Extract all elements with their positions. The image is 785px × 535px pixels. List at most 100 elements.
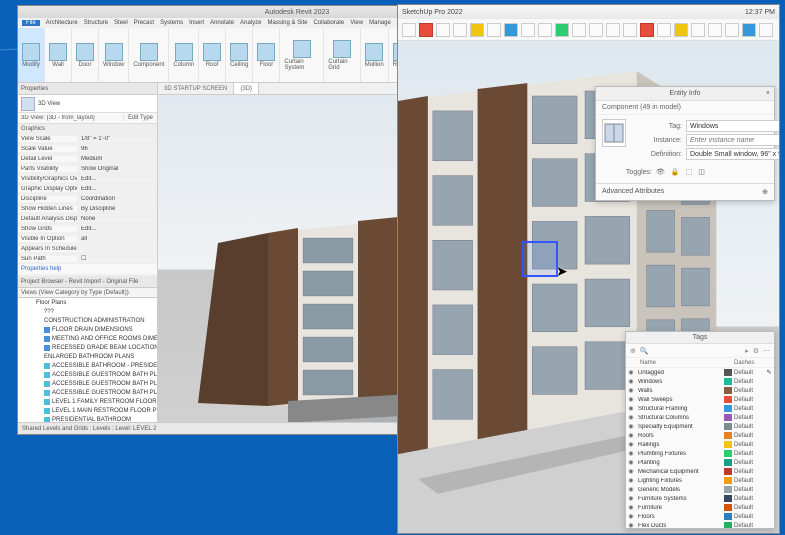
instance-input[interactable] — [686, 134, 779, 146]
definition-value[interactable]: Double Small window, 96" x 96", 289F22 — [686, 148, 779, 160]
ribbon-column[interactable]: Column — [169, 28, 199, 82]
tree-item[interactable]: ACCESSIBLE GUESTROOM BATH PLAN ... — [18, 379, 157, 388]
ribbon-door[interactable]: Door — [72, 28, 99, 82]
tree-item[interactable]: MEETING AND OFFICE ROOMS DIMEN... — [18, 334, 157, 343]
tag-item[interactable]: ◉UntaggedDefault✎ — [626, 368, 774, 377]
menu-insert[interactable]: Insert — [189, 20, 204, 26]
ribbon-curtain-system[interactable]: Curtain System — [280, 28, 324, 82]
graphics-section[interactable]: Graphics — [18, 124, 157, 134]
sketchup-tool-21[interactable] — [759, 23, 773, 37]
tag-item[interactable]: ◉Furniture SystemsDefault — [626, 494, 774, 503]
menu-collaborate[interactable]: Collaborate — [314, 20, 345, 26]
expand-icon[interactable]: ⊕ — [762, 188, 768, 196]
tag-item[interactable]: ◉PlantingDefault — [626, 458, 774, 467]
menu-analyze[interactable]: Analyze — [240, 20, 261, 26]
property-row[interactable]: Visibility/Graphics Overr...Edit... — [18, 174, 157, 184]
color-swatch[interactable] — [724, 468, 732, 475]
sketchup-tool-18[interactable] — [708, 23, 722, 37]
shadows-receive-icon[interactable]: ◫ — [698, 168, 705, 176]
property-row[interactable]: Detail LevelMedium — [18, 154, 157, 164]
visibility-icon[interactable]: ◉ — [626, 450, 636, 457]
tags-col-name[interactable]: Name — [638, 360, 734, 366]
tag-item[interactable]: ◉Lighting FixturesDefault — [626, 476, 774, 485]
project-browser-header[interactable]: Project Browser - Revit Import - Origina… — [18, 276, 157, 288]
shadows-cast-icon[interactable]: ⬚ — [686, 168, 693, 176]
selected-window-highlight[interactable] — [522, 241, 558, 277]
tag-item[interactable]: ◉Structural FramingDefault — [626, 404, 774, 413]
ribbon-component[interactable]: Component — [129, 28, 169, 82]
color-swatch[interactable] — [724, 495, 732, 502]
tag-dropdown[interactable]: Windows▾ — [686, 120, 779, 132]
visibility-icon[interactable]: ◉ — [626, 396, 636, 403]
visibility-icon[interactable]: ◉ — [626, 423, 636, 430]
sketchup-tool-5[interactable] — [487, 23, 501, 37]
tree-item[interactable]: ??? — [18, 307, 157, 316]
property-row[interactable]: Show GridsEdit... — [18, 224, 157, 234]
property-row[interactable]: Sun Path☐ — [18, 254, 157, 264]
viewport-tab[interactable]: 3D STARTUP SCREEN — [158, 83, 234, 94]
tag-item[interactable]: ◉Mechanical EquipmentDefault — [626, 467, 774, 476]
tree-item[interactable]: ACCESSIBLE BATHROOM - PRESIDENTI... — [18, 361, 157, 370]
visibility-icon[interactable]: ◉ — [626, 432, 636, 439]
tags-more-icon[interactable]: ⋯ — [763, 347, 770, 355]
sketchup-tool-15[interactable] — [657, 23, 671, 37]
visibility-icon[interactable]: ◉ — [626, 522, 636, 528]
tags-settings-icon[interactable]: ⚙ — [753, 347, 759, 355]
entity-info-panel[interactable]: Entity Info × Component (49 in model) Ta… — [595, 86, 775, 201]
color-swatch[interactable] — [724, 432, 732, 439]
color-swatch[interactable] — [724, 513, 732, 520]
color-swatch[interactable] — [724, 423, 732, 430]
sketchup-tool-19[interactable] — [725, 23, 739, 37]
menu-systems[interactable]: Systems — [160, 20, 183, 26]
tag-item[interactable]: ◉Wall SweepsDefault — [626, 395, 774, 404]
tree-item[interactable]: PRESIDENTIAL BATHROOM — [18, 415, 157, 422]
sketchup-titlebar[interactable]: SketchUp Pro 2022 12:37 PM — [398, 5, 779, 19]
menu-steel[interactable]: Steel — [114, 20, 128, 26]
project-browser-tree[interactable]: Floor Plans???CONSTRUCTION ADMINISTRATIO… — [18, 297, 157, 422]
color-swatch[interactable] — [724, 459, 732, 466]
visibility-icon[interactable]: ◉ — [626, 468, 636, 475]
tree-item[interactable]: ENLARGED BATHROOM PLANS — [18, 352, 157, 361]
color-swatch[interactable] — [724, 522, 732, 528]
color-swatch[interactable] — [724, 450, 732, 457]
ribbon-curtain-grid[interactable]: Curtain Grid — [324, 28, 360, 82]
property-row[interactable]: Appears In Schedule — [18, 244, 157, 254]
property-row[interactable]: DisciplineCoordination — [18, 194, 157, 204]
visibility-icon[interactable]: ◉ — [626, 495, 636, 502]
tag-item[interactable]: ◉FurnitureDefault — [626, 503, 774, 512]
sketchup-tool-20[interactable] — [742, 23, 756, 37]
menu-precast[interactable]: Precast — [134, 20, 154, 26]
visibility-icon[interactable]: ◉ — [626, 513, 636, 520]
add-tag-icon[interactable]: ⊕ — [630, 347, 636, 355]
tree-item[interactable]: FLOOR DRAIN DIMENSIONS — [18, 325, 157, 334]
sketchup-tool-10[interactable] — [572, 23, 586, 37]
visibility-icon[interactable]: ◉ — [626, 459, 636, 466]
ribbon-mullion[interactable]: Mullion — [361, 28, 389, 82]
visibility-icon[interactable]: ◉ — [626, 504, 636, 511]
sketchup-tool-13[interactable] — [623, 23, 637, 37]
sketchup-tool-6[interactable] — [504, 23, 518, 37]
advanced-attributes-row[interactable]: Advanced Attributes ⊕ — [596, 183, 774, 200]
sketchup-tool-11[interactable] — [589, 23, 603, 37]
color-swatch[interactable] — [724, 396, 732, 403]
sketchup-tool-17[interactable] — [691, 23, 705, 37]
color-swatch[interactable] — [724, 486, 732, 493]
tag-item[interactable]: ◉FloorsDefault — [626, 512, 774, 521]
tag-item[interactable]: ◉WallsDefault — [626, 386, 774, 395]
color-swatch[interactable] — [724, 405, 732, 412]
tree-item[interactable]: Floor Plans — [18, 298, 157, 307]
type-selector[interactable]: 3D View: {3D - from_layout} — [18, 115, 123, 121]
visibility-icon[interactable]: ◉ — [626, 378, 636, 385]
menu-architecture[interactable]: Architecture — [46, 20, 78, 26]
sketchup-tool-1[interactable] — [419, 23, 433, 37]
visibility-icon[interactable]: ◉ — [626, 414, 636, 421]
property-row[interactable]: Parts VisibilityShow Original — [18, 164, 157, 174]
color-swatch[interactable] — [724, 414, 732, 421]
sketchup-tool-7[interactable] — [521, 23, 535, 37]
color-swatch[interactable] — [724, 378, 732, 385]
tags-menu-icon[interactable]: ▸ — [745, 347, 749, 355]
tree-item[interactable]: ACCESSIBLE GUESTROOM BATH PLAN ... — [18, 370, 157, 379]
tree-item[interactable]: ACCESSIBLE GUESTROOM BATH PLAN ... — [18, 388, 157, 397]
visibility-icon[interactable]: ◉ — [626, 387, 636, 394]
tag-item[interactable]: ◉Structural ColumnsDefault — [626, 413, 774, 422]
